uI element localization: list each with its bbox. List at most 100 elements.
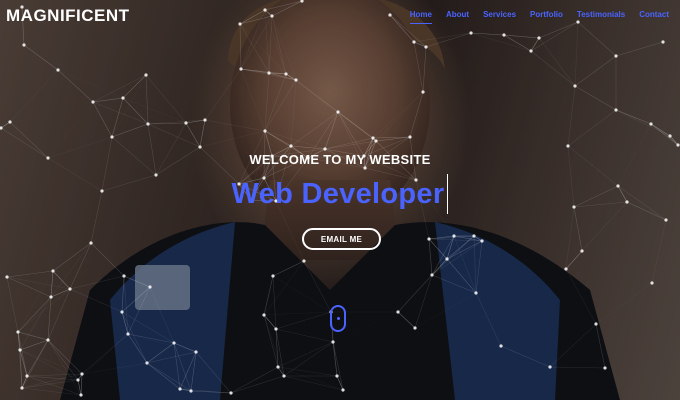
particle-dot [499, 344, 503, 348]
particle-link [271, 0, 303, 17]
particle-dot [374, 139, 378, 143]
particle-link [10, 70, 58, 122]
main-navigation: Home About Services Portfolio Testimonia… [409, 10, 669, 24]
particle-link [92, 101, 113, 138]
particle-dot [276, 365, 280, 369]
email-me-button[interactable]: EMAIL ME [302, 228, 381, 250]
particle-dot [178, 387, 182, 391]
nav-link-portfolio[interactable]: Portfolio [530, 10, 563, 24]
particle-link [286, 74, 291, 146]
particle-dot [302, 259, 306, 263]
particle-dot [263, 8, 267, 12]
particle-dot [46, 338, 50, 342]
particle-link [530, 21, 579, 52]
particle-link [324, 111, 339, 150]
particle-dot [5, 275, 9, 279]
particle-link [69, 288, 123, 313]
particle-link [567, 85, 576, 147]
particle-dot [480, 239, 484, 243]
particle-link [470, 32, 532, 52]
nav-link-home[interactable]: Home [409, 10, 432, 24]
particle-dot [413, 326, 417, 330]
particle-dot [229, 391, 233, 395]
particle-dot [51, 269, 55, 273]
particle-dot [8, 120, 12, 124]
particle-link [147, 123, 157, 176]
particle-dot [502, 33, 506, 37]
particle-link [431, 274, 477, 294]
particle-link [173, 342, 197, 353]
particle-link [19, 349, 83, 375]
particle-link [669, 135, 679, 146]
particle-dot [529, 49, 533, 53]
nav-link-services[interactable]: Services [483, 10, 516, 24]
particle-dot [650, 281, 654, 285]
particle-link [272, 260, 305, 277]
particle-link [296, 80, 325, 149]
particle-link [413, 32, 472, 43]
particle-dot [91, 100, 95, 104]
particle-link [415, 293, 476, 328]
particle-link [271, 15, 287, 75]
particle-dot [614, 108, 618, 112]
particle-dot [56, 68, 60, 72]
particle-dot [89, 241, 93, 245]
particle-link [19, 339, 49, 351]
particle-link [6, 276, 52, 298]
particle-link [616, 110, 678, 145]
particle-dot [452, 234, 456, 238]
particle-link [111, 97, 124, 138]
hero-typed-container: Web Developer [0, 174, 680, 214]
site-logo[interactable]: MAGNIFICENT [6, 6, 130, 26]
particle-link [413, 41, 424, 93]
particle-link [195, 351, 232, 394]
particle-link [582, 251, 596, 324]
particle-link [475, 292, 502, 347]
particle-link [397, 311, 416, 329]
particle-link [651, 219, 667, 284]
particle-dot [25, 374, 29, 378]
nav-link-contact[interactable]: Contact [639, 10, 669, 24]
hero-welcome-heading: WELCOME TO MY WEBSITE [249, 152, 431, 167]
particle-dot [76, 378, 80, 382]
particle-link [204, 119, 266, 132]
particle-dot [668, 134, 672, 138]
scroll-down-indicator[interactable] [330, 305, 346, 332]
particle-dot [267, 71, 271, 75]
particle-dot [664, 218, 668, 222]
particle-link [0, 121, 11, 129]
particle-dot [408, 135, 412, 139]
particle-dot [421, 90, 425, 94]
nav-link-about[interactable]: About [446, 10, 469, 24]
particle-dot [300, 0, 304, 3]
particle-link [264, 315, 333, 342]
particle-link [277, 341, 334, 368]
particle-link [121, 275, 125, 313]
particle-link [91, 243, 150, 287]
particle-dot [238, 22, 242, 26]
particle-link [155, 122, 187, 176]
particle-dot [573, 84, 577, 88]
particle-dot [371, 136, 375, 140]
particle-dot [122, 274, 126, 278]
particle-link [271, 15, 297, 81]
particle-link [264, 0, 303, 11]
particle-link [90, 242, 125, 277]
particle-link [264, 9, 287, 75]
particle-link [17, 331, 49, 341]
particle-link [290, 79, 297, 147]
nav-link-testimonials[interactable]: Testimonials [577, 10, 625, 24]
particle-link [199, 130, 266, 148]
hero-section: MAGNIFICENT Home About Services Portfoli… [0, 0, 680, 400]
particle-link [51, 297, 122, 312]
particle-link [48, 102, 93, 158]
particle-link [53, 271, 124, 276]
particle-link [78, 363, 147, 380]
particle-dot [80, 372, 84, 376]
particle-dot [661, 40, 665, 44]
particle-dot [445, 257, 449, 261]
particle-link [145, 74, 187, 124]
particle-dot [294, 78, 298, 82]
particle-dot [564, 267, 568, 271]
particle-dot [189, 389, 193, 393]
